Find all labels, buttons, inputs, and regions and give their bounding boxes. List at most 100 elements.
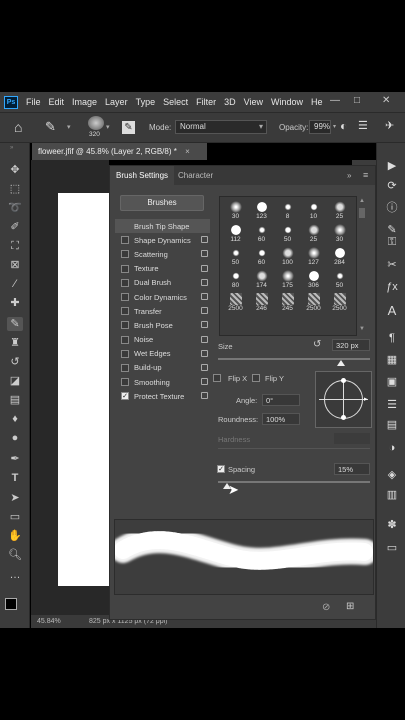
lasso-tool-icon[interactable]: ➰ (7, 201, 23, 215)
move-tool-icon[interactable]: ✥ (7, 163, 23, 177)
hand-tool-icon[interactable]: ✋ (7, 529, 23, 543)
brush-tip-preset[interactable]: 245 (276, 291, 299, 313)
layers-icon[interactable]: ◈ (385, 468, 399, 482)
spacing-input[interactable]: 15% (334, 463, 370, 475)
lock-icon[interactable] (201, 363, 208, 371)
zoom-tool-icon[interactable]: 🔍︎ (7, 548, 23, 562)
menu-image[interactable]: Image (72, 97, 97, 107)
gradient-icon[interactable]: ▭ (385, 541, 399, 555)
checkbox[interactable] (121, 278, 129, 287)
size-slider[interactable] (218, 358, 370, 360)
menu-file[interactable]: File (26, 97, 41, 107)
lock-icon[interactable] (201, 392, 208, 400)
scroll-down-icon[interactable]: ▼ (359, 326, 365, 332)
channels-icon[interactable]: ◑ (385, 441, 399, 455)
brush-tip-preset[interactable]: 80 (224, 268, 247, 290)
info-icon[interactable]: ⓘ (385, 201, 399, 215)
marquee-tool-icon[interactable]: ⬚ (7, 182, 23, 196)
option-scattering[interactable]: Scattering (115, 247, 210, 261)
table-icon[interactable]: ▦ (385, 353, 399, 367)
tab-brush-settings[interactable]: Brush Settings (110, 166, 175, 185)
checkbox[interactable] (121, 307, 129, 316)
checkbox-checked[interactable]: ✓ (121, 392, 129, 401)
mode-select[interactable]: Normal ▾ (175, 120, 267, 134)
spacing-slider[interactable] (218, 481, 370, 483)
option-shape-dynamics[interactable]: Shape Dynamics (115, 233, 210, 247)
rotate-icon[interactable]: ⟳ (385, 179, 399, 193)
brush-tip-preset[interactable]: 123 (250, 199, 273, 221)
airbrush-icon[interactable]: ✈ (385, 119, 394, 132)
checkbox[interactable] (121, 293, 129, 302)
path-selection-icon[interactable]: ➤ (7, 491, 23, 505)
brush-tool-icon[interactable]: ✎ (7, 317, 23, 331)
option-wet-edges[interactable]: Wet Edges (115, 347, 210, 361)
brush-tip-preset[interactable]: 2500 (302, 291, 325, 313)
brush-tip-preset[interactable]: 50 (276, 222, 299, 244)
option-build-up[interactable]: Build-up (115, 361, 210, 375)
roundness-input[interactable]: 100% (262, 413, 300, 425)
menu-select[interactable]: Select (163, 97, 188, 107)
brushes-button[interactable]: Brushes (120, 195, 204, 211)
lock-icon[interactable] (201, 378, 208, 386)
crop-tool-icon[interactable]: ⛶ (7, 239, 23, 253)
type-tool-icon[interactable]: T (7, 471, 23, 485)
flip-x-checkbox[interactable] (213, 374, 221, 382)
brush-tip-preset[interactable]: 25 (328, 199, 351, 221)
option-brush-tip-shape[interactable]: Brush Tip Shape (115, 219, 210, 234)
brush-tip-preset[interactable]: 284 (328, 245, 351, 267)
chevron-down-icon[interactable]: ▾ (333, 123, 336, 130)
opacity-input[interactable]: 99% (309, 120, 331, 134)
menu-filter[interactable]: Filter (196, 97, 216, 107)
gradient-tool-icon[interactable]: ▤ (7, 393, 23, 407)
brush-tip-preset[interactable]: 127 (302, 245, 325, 267)
pen-tool-icon[interactable]: ✒ (7, 452, 23, 466)
roundness-handle[interactable] (341, 378, 346, 383)
scroll-thumb[interactable] (359, 208, 365, 218)
properties-icon[interactable]: ☰ (385, 398, 399, 412)
foreground-color-swatch[interactable] (5, 598, 17, 610)
brush-tip-preset[interactable]: 8 (276, 199, 299, 221)
option-noise[interactable]: Noise (115, 333, 210, 347)
option-texture[interactable]: Texture (115, 262, 210, 276)
option-color-dynamics[interactable]: Color Dynamics (115, 290, 210, 304)
brush-tip-preset[interactable]: 50 (224, 245, 247, 267)
maximize-button[interactable]: □ (354, 95, 360, 106)
menu-help[interactable]: He (311, 97, 323, 107)
lock-icon[interactable] (201, 307, 208, 315)
frame-tool-icon[interactable]: ⊠ (7, 258, 23, 272)
brush-tip-preset[interactable]: 10 (302, 199, 325, 221)
brush-tool-icon[interactable]: ✎ (45, 119, 56, 135)
brush-settings-toggle-icon[interactable]: ✎ (122, 121, 135, 134)
lock-icon[interactable] (201, 349, 208, 357)
checkbox[interactable] (121, 335, 129, 344)
close-window-button[interactable]: ✕ (382, 95, 390, 106)
minimize-button[interactable]: — (330, 95, 340, 106)
image-icon[interactable]: ▣ (385, 375, 399, 389)
brush-tip-preset[interactable]: 50 (328, 268, 351, 290)
roundness-handle[interactable] (341, 415, 346, 420)
pressure-opacity-icon[interactable]: ◐ (340, 119, 347, 133)
character-panel-icon[interactable]: A (385, 304, 399, 318)
checkbox[interactable] (121, 250, 129, 259)
home-icon[interactable]: ⌂ (14, 119, 22, 135)
chevron-down-icon[interactable]: ▾ (67, 123, 71, 131)
create-new-brush-icon[interactable]: ⊞ (346, 601, 354, 612)
checkbox[interactable] (121, 378, 129, 387)
paragraph-icon[interactable]: ¶ (385, 331, 399, 345)
brush-tip-preset[interactable]: 25 (302, 222, 325, 244)
collapse-panel-icon[interactable]: » (347, 171, 351, 180)
angle-roundness-widget[interactable]: ▸ (315, 371, 372, 428)
option-protect-texture[interactable]: ✓ Protect Texture (115, 389, 210, 403)
quick-select-tool-icon[interactable]: ✐ (7, 220, 23, 234)
checkbox[interactable] (121, 363, 129, 372)
clone-source-icon[interactable]: ⚿ (385, 235, 399, 249)
menu-3d[interactable]: 3D (224, 97, 236, 107)
menu-layer[interactable]: Layer (105, 97, 128, 107)
brush-tip-preset[interactable]: 60 (250, 222, 273, 244)
menu-type[interactable]: Type (136, 97, 156, 107)
zoom-level[interactable]: 45.84% (37, 618, 61, 625)
more-tools-icon[interactable]: … (7, 568, 23, 582)
toggle-preview-icon[interactable]: ⊘ (322, 602, 330, 613)
panel-menu-icon[interactable]: ≡ (363, 170, 368, 180)
option-transfer[interactable]: Transfer (115, 304, 210, 318)
